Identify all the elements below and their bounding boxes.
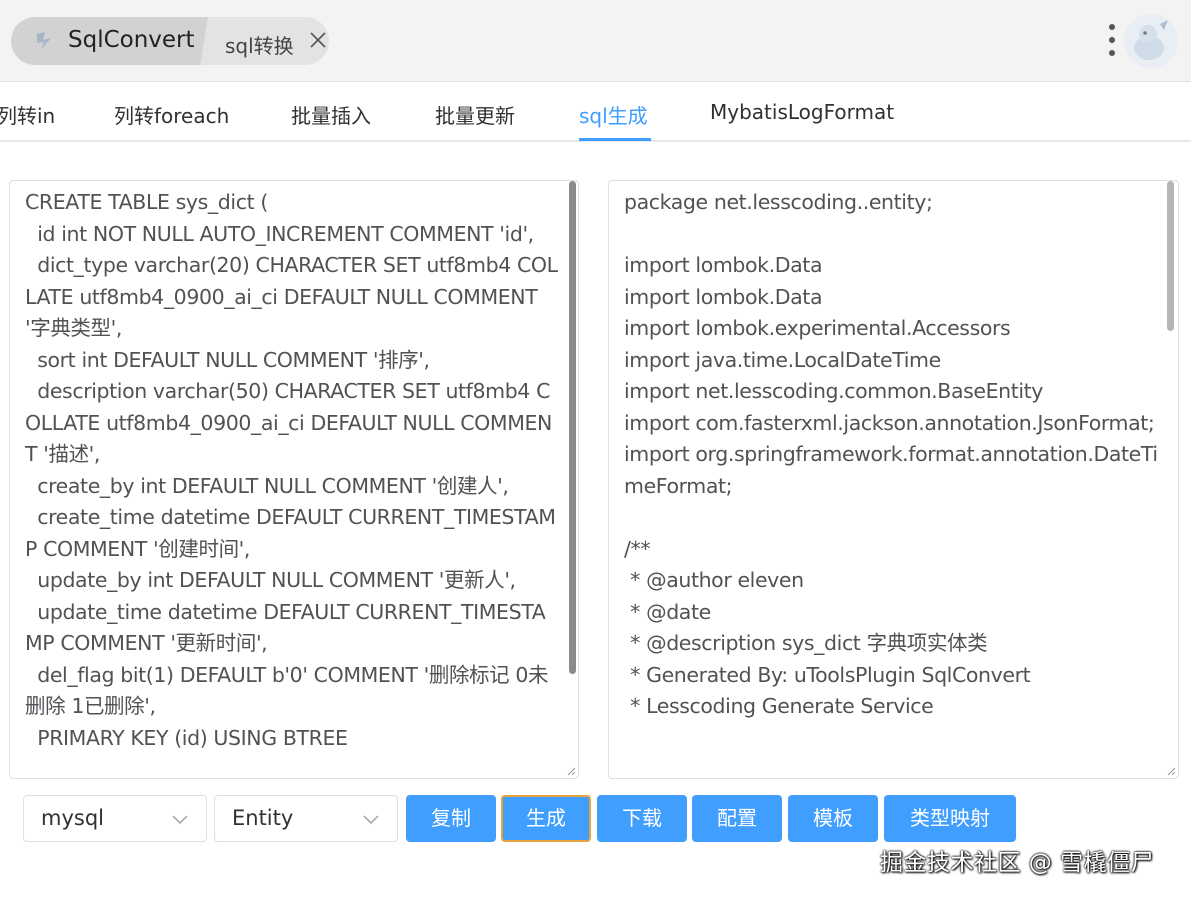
chevron-down-icon: [172, 815, 188, 825]
copy-button[interactable]: 复制: [406, 795, 496, 842]
tab-mybatis-log-format[interactable]: MybatisLogFormat: [710, 100, 894, 124]
code-output-textarea[interactable]: package net.lesscoding..entity; import l…: [608, 180, 1179, 779]
feature-tabs: 列转in 列转foreach 批量插入 批量更新 sql生成 MybatisLo…: [0, 82, 1191, 142]
resize-grip-icon[interactable]: [566, 766, 576, 776]
chevron-down-icon: [363, 815, 379, 825]
title-bar: SqlConvert sql转换: [0, 0, 1191, 82]
type-mapping-button[interactable]: 类型映射: [884, 795, 1016, 842]
more-vertical-icon[interactable]: [1107, 22, 1117, 58]
sql-input-textarea[interactable]: CREATE TABLE sys_dict ( id int NOT NULL …: [9, 180, 579, 779]
tab-batch-insert[interactable]: 批量插入: [291, 100, 371, 129]
app-name: SqlConvert: [68, 27, 195, 53]
resize-grip-icon[interactable]: [1166, 766, 1176, 776]
tab-column-to-in[interactable]: 列转in: [0, 100, 55, 129]
app-logo-icon: [37, 32, 51, 50]
output-type-select[interactable]: Entity: [214, 795, 398, 842]
download-button[interactable]: 下载: [597, 795, 687, 842]
close-icon[interactable]: [308, 30, 328, 50]
tab-sql-generate[interactable]: sql生成: [579, 100, 648, 129]
code-output-text[interactable]: package net.lesscoding..entity; import l…: [624, 187, 1160, 723]
avatar[interactable]: [1124, 14, 1178, 68]
watermark: 掘金技术社区 @ 雪橇僵尸: [880, 850, 1155, 876]
avatar-image: [1124, 14, 1178, 68]
sub-tab-label[interactable]: sql转换: [225, 30, 294, 59]
database-type-value: mysql: [41, 806, 104, 830]
tab-batch-update[interactable]: 批量更新: [435, 100, 515, 129]
database-type-select[interactable]: mysql: [23, 795, 207, 842]
template-button[interactable]: 模板: [788, 795, 878, 842]
code-output-scrollbar[interactable]: [1167, 181, 1174, 331]
tab-column-to-foreach[interactable]: 列转foreach: [114, 100, 229, 129]
config-button[interactable]: 配置: [692, 795, 782, 842]
plugin-tab[interactable]: SqlConvert sql转换: [11, 17, 329, 65]
generate-button[interactable]: 生成: [501, 795, 591, 842]
output-type-value: Entity: [232, 806, 294, 830]
sql-input-text[interactable]: CREATE TABLE sys_dict ( id int NOT NULL …: [25, 187, 560, 754]
active-tab-indicator: [579, 138, 651, 141]
sql-input-scrollbar[interactable]: [569, 181, 576, 674]
